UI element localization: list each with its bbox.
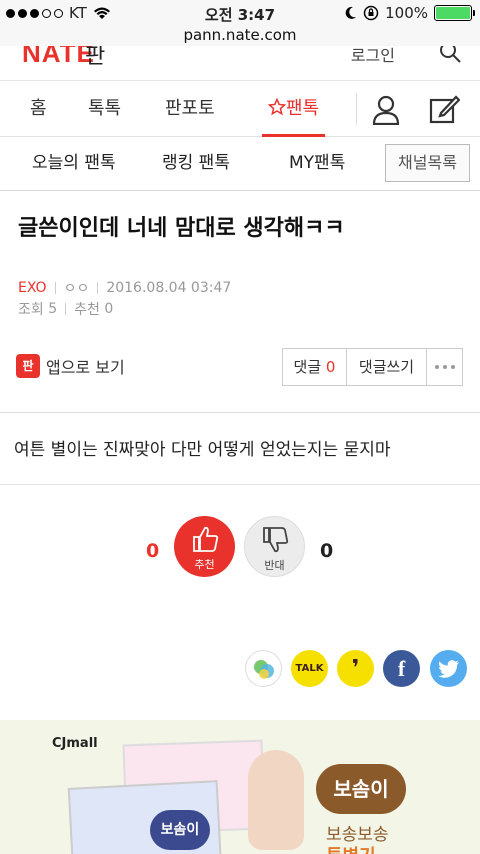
kakaostory-share-icon[interactable]: ❜: [337, 650, 374, 687]
recommend-label: 추천: [74, 302, 100, 318]
baby-image: [248, 750, 304, 850]
post-body: 여튼 별이는 진짜맞아 다만 어떻게 얻었는지는 묻지마: [14, 440, 391, 460]
app-view-link[interactable]: 판 앱으로 보기: [16, 354, 125, 378]
sub-tab-today[interactable]: 오늘의 팬톡: [32, 137, 116, 189]
recommend-count: 0: [104, 301, 114, 317]
more-button[interactable]: [427, 349, 462, 385]
tab-home[interactable]: 홈: [30, 81, 47, 137]
star-icon: [267, 97, 287, 116]
post-stats: 조회 5 추천 0: [18, 299, 113, 319]
meta-divider: [65, 303, 67, 315]
downvote-button[interactable]: 반대: [244, 516, 305, 577]
views-count: 5: [48, 301, 58, 317]
battery-percent: 100%: [385, 4, 428, 22]
downvote-count: 0: [320, 540, 334, 562]
product-logo: 보솜이: [150, 810, 210, 850]
login-link[interactable]: 로그인: [351, 46, 395, 66]
main-nav: 홈 톡톡 판포토 팬톡: [0, 80, 480, 137]
comments-button[interactable]: 댓글 0: [283, 349, 347, 385]
meta-divider: [54, 282, 56, 294]
comments-count: 0: [325, 358, 336, 376]
search-icon[interactable]: [438, 46, 462, 64]
pann-logo[interactable]: 판: [85, 46, 105, 70]
thumbs-down-icon: [262, 527, 288, 553]
facebook-share-icon[interactable]: f: [383, 650, 420, 687]
tab-toktok[interactable]: 톡톡: [88, 81, 121, 137]
post-date: 2016.08.04 03:47: [106, 280, 232, 296]
views-label: 조회: [18, 302, 44, 318]
tab-fantok-label: 팬톡: [286, 98, 320, 119]
moon-icon: [345, 6, 357, 19]
status-bar: KT 오전 3:47 100%: [0, 0, 480, 26]
sub-tab-my[interactable]: MY팬톡: [289, 137, 345, 189]
ad-brand-logo: CJmall: [52, 736, 98, 751]
product-badge: 보솜이: [316, 764, 406, 814]
user-icon[interactable]: [372, 95, 400, 125]
twitter-share-icon[interactable]: [430, 650, 467, 687]
tab-fantok[interactable]: 팬톡: [262, 81, 326, 137]
comments-label: 댓글: [293, 358, 322, 376]
channel-list-button[interactable]: 채널목록: [385, 144, 470, 182]
upvote-label: 추천: [194, 558, 215, 571]
ad-tagline-2: 투병기: [326, 842, 376, 854]
address-bar[interactable]: pann.nate.com: [0, 26, 480, 46]
edit-icon[interactable]: [428, 93, 460, 125]
sub-tab-ranking[interactable]: 랭킹 팬톡: [162, 137, 230, 189]
share-row: TALK ❜ f: [0, 650, 480, 688]
pann-app-icon: 판: [16, 354, 40, 378]
write-comment-button[interactable]: 댓글쓰기: [347, 349, 427, 385]
divider: [0, 484, 480, 485]
downvote-label: 반대: [264, 559, 285, 572]
battery-icon: [434, 5, 475, 21]
upvote-button[interactable]: 추천: [174, 516, 235, 577]
post-title: 글쓴이인데 너네 맘대로 생각해ㅋㅋ: [18, 216, 345, 241]
post-author: ㅇㅇ: [63, 281, 90, 297]
kakaotalk-share-icon[interactable]: TALK: [291, 650, 328, 687]
rotation-lock-icon: [363, 5, 379, 21]
ad-banner[interactable]: CJmall 보솜이 보솜이 보송보송 투병기: [0, 720, 480, 854]
thumbs-up-icon: [192, 526, 218, 552]
sub-nav: 오늘의 팬톡 랭킹 팬톡 MY팬톡 채널목록: [0, 137, 480, 191]
status-right: 100%: [345, 4, 475, 22]
upvote-count: 0: [146, 540, 160, 562]
post-category[interactable]: EXO: [18, 280, 47, 296]
app-view-label: 앱으로 보기: [46, 358, 125, 377]
nav-divider: [356, 93, 357, 125]
band-share-icon[interactable]: [245, 650, 282, 687]
nate-logo[interactable]: NATE: [22, 46, 95, 69]
divider: [0, 412, 480, 413]
post-meta: EXO ㅇㅇ 2016.08.04 03:47: [18, 278, 231, 298]
site-header: NATE 판 로그인: [0, 46, 480, 80]
more-icon: [427, 349, 462, 385]
meta-divider: [97, 282, 99, 294]
comment-actions: 댓글 0 댓글쓰기: [282, 348, 463, 386]
tab-panphoto[interactable]: 판포토: [165, 81, 215, 137]
